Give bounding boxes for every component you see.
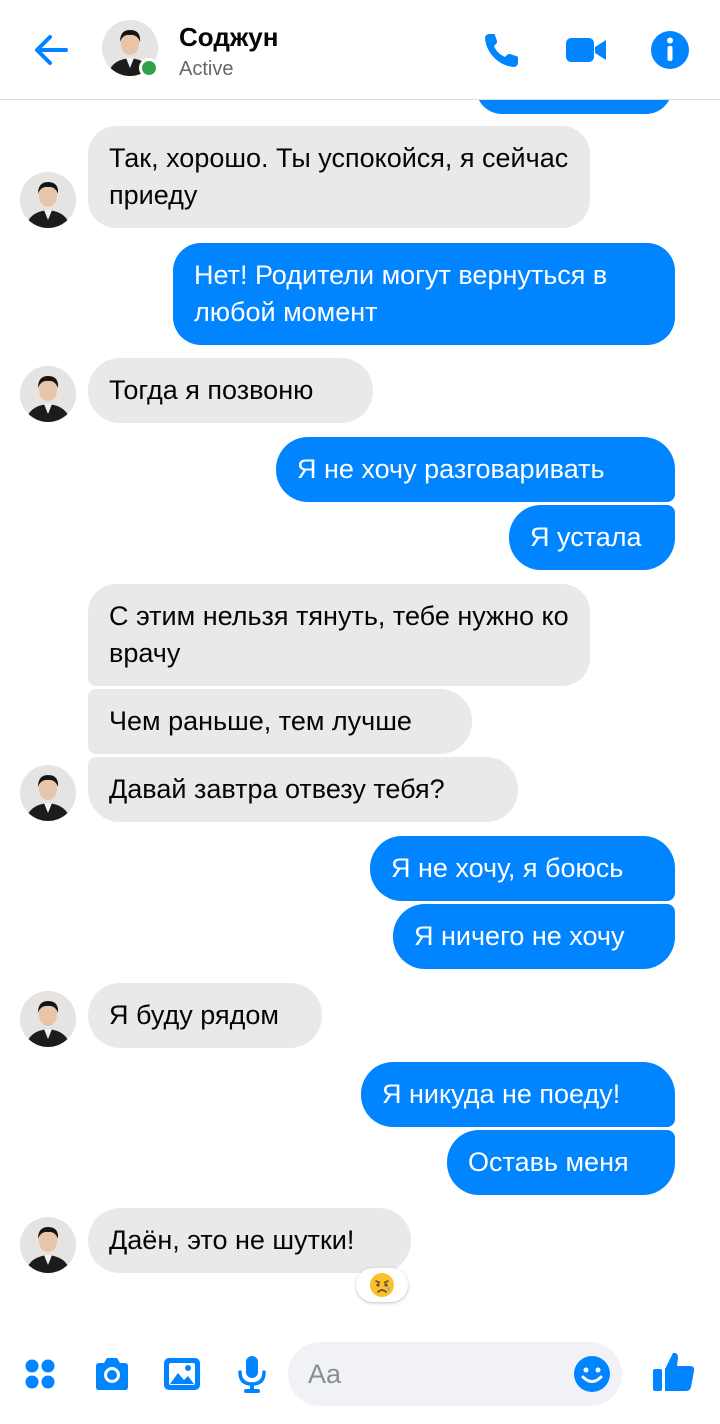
message-bubble-incoming[interactable]: С этим нельзя тянуть, тебе нужно ко врач…: [88, 584, 590, 686]
contact-avatar-small: [20, 366, 76, 422]
contact-status: Active: [179, 58, 234, 80]
info-icon[interactable]: [648, 28, 692, 72]
online-status-dot: [139, 58, 159, 78]
contact-avatar-small: [20, 1217, 76, 1273]
message-reaction[interactable]: [356, 1268, 408, 1302]
more-actions-icon[interactable]: [18, 1352, 62, 1396]
gallery-icon[interactable]: [160, 1352, 204, 1396]
message-bubble-incoming[interactable]: Так, хорошо. Ты успокойся, я сейчас прие…: [88, 126, 590, 228]
video-call-icon[interactable]: [564, 28, 608, 72]
thumbs-up-icon[interactable]: [650, 1348, 698, 1396]
emoji-icon[interactable]: [572, 1354, 612, 1394]
message-bubble-outgoing[interactable]: Я никуда не поеду!: [361, 1062, 675, 1127]
message-input[interactable]: [308, 1342, 558, 1406]
contact-avatar-small: [20, 765, 76, 821]
message-bubble-outgoing[interactable]: Нет! Родители могут вернуться в любой мо…: [173, 243, 675, 345]
sad-relieved-face-icon: [370, 1273, 394, 1297]
message-bubble-incoming[interactable]: Давай завтра отвезу тебя?: [88, 757, 518, 822]
microphone-icon[interactable]: [230, 1352, 274, 1396]
message-input-container[interactable]: [288, 1342, 622, 1406]
contact-avatar-small: [20, 172, 76, 228]
message-composer: [0, 1330, 720, 1424]
back-arrow-icon[interactable]: [30, 30, 74, 70]
message-bubble-outgoing[interactable]: Я ничего не хочу: [393, 904, 675, 969]
message-bubble-incoming[interactable]: Я буду рядом: [88, 983, 322, 1048]
contact-avatar-small: [20, 991, 76, 1047]
message-bubble-incoming[interactable]: Тогда я позвоню: [88, 358, 373, 423]
camera-icon[interactable]: [90, 1352, 134, 1396]
message-bubble-outgoing[interactable]: Оставь меня: [447, 1130, 675, 1195]
message-bubble-incoming[interactable]: Чем раньше, тем лучше: [88, 689, 472, 754]
message-bubble-incoming[interactable]: Даён, это не шутки!: [88, 1208, 411, 1273]
chat-header: Соджун Active: [0, 0, 720, 100]
message-bubble-outgoing[interactable]: Я устала: [509, 505, 675, 570]
message-bubble-outgoing[interactable]: Я не хочу, я боюсь: [370, 836, 675, 901]
phone-call-icon[interactable]: [480, 28, 524, 72]
message-bubble-outgoing[interactable]: Я не хочу разговаривать: [276, 437, 675, 502]
contact-name[interactable]: Соджун: [179, 22, 278, 53]
